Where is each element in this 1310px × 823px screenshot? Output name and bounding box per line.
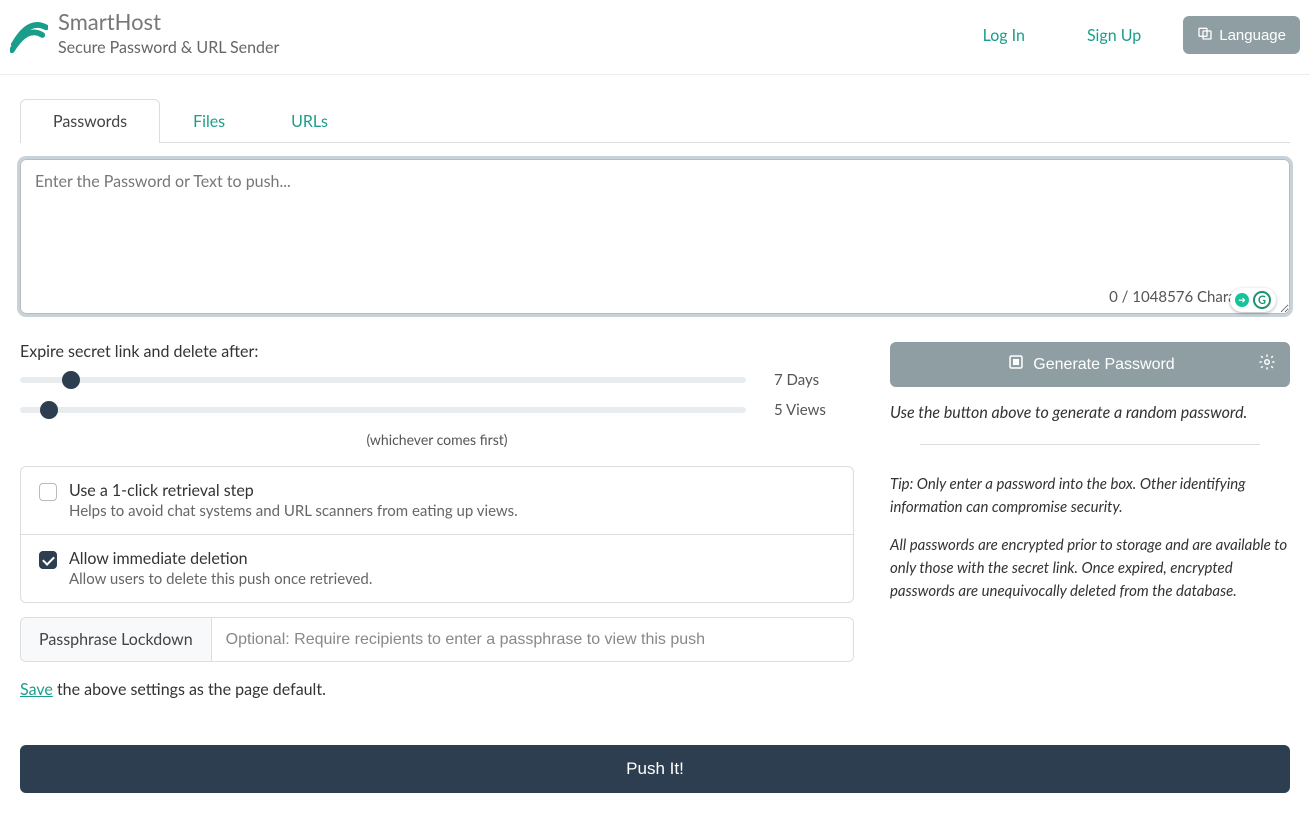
generate-icon [1007, 353, 1025, 376]
globe-icon [1197, 25, 1213, 45]
payload-area: 0 / 1048576 Characters ➜ G [20, 159, 1290, 318]
oneclick-title: Use a 1-click retrieval step [69, 481, 518, 500]
brand-block: SmartHost Secure Password & URL Sender [10, 10, 279, 60]
grammarly-g-icon: G [1253, 291, 1271, 309]
days-slider-row: 7 Days [20, 371, 854, 389]
allowdel-sub: Allow users to delete this push once ret… [69, 570, 372, 588]
tab-bar: Passwords Files URLs [20, 99, 1290, 143]
views-value: 5 Views [774, 401, 854, 419]
save-defaults-line: Save the above settings as the page defa… [20, 680, 854, 699]
payload-input[interactable] [20, 159, 1290, 314]
language-button[interactable]: Language [1183, 16, 1300, 54]
expire-note: (whichever comes first) [20, 431, 854, 448]
expire-label: Expire secret link and delete after: [20, 342, 854, 361]
grammarly-arrow-icon: ➜ [1235, 293, 1249, 307]
brand-subtitle: Secure Password & URL Sender [58, 36, 279, 60]
views-slider-thumb[interactable] [40, 401, 58, 419]
tab-urls[interactable]: URLs [258, 99, 361, 143]
views-slider[interactable] [20, 407, 746, 413]
language-label: Language [1219, 27, 1286, 44]
oneclick-sub: Helps to avoid chat systems and URL scan… [69, 502, 518, 520]
tab-files[interactable]: Files [160, 99, 258, 143]
top-nav: Log In Sign Up Language [963, 16, 1300, 54]
save-defaults-rest: the above settings as the page default. [53, 680, 326, 699]
oneclick-checkbox[interactable] [39, 483, 57, 501]
signup-link[interactable]: Sign Up [1067, 18, 1161, 53]
brand-title: SmartHost [58, 10, 279, 34]
allowdel-option[interactable]: Allow immediate deletion Allow users to … [21, 534, 853, 602]
passphrase-input[interactable] [212, 618, 853, 661]
days-slider[interactable] [20, 377, 746, 383]
days-value: 7 Days [774, 371, 854, 389]
encrypt-note: All passwords are encrypted prior to sto… [890, 534, 1290, 604]
gear-icon[interactable] [1258, 353, 1276, 376]
tab-passwords[interactable]: Passwords [20, 99, 160, 143]
options-card: Use a 1-click retrieval step Helps to av… [20, 466, 854, 603]
push-it-button[interactable]: Push It! [20, 745, 1290, 793]
allowdel-checkbox[interactable] [39, 551, 57, 569]
brand-logo-icon [10, 16, 58, 54]
generate-password-button[interactable]: Generate Password [890, 342, 1290, 387]
days-slider-thumb[interactable] [62, 371, 80, 389]
tip-text: Tip: Only enter a password into the box.… [890, 473, 1290, 520]
passphrase-group: Passphrase Lockdown [20, 617, 854, 662]
grammarly-badge[interactable]: ➜ G [1230, 288, 1276, 312]
oneclick-option[interactable]: Use a 1-click retrieval step Helps to av… [21, 467, 853, 534]
login-link[interactable]: Log In [963, 18, 1045, 53]
generate-label: Generate Password [1033, 356, 1174, 374]
allowdel-title: Allow immediate deletion [69, 549, 372, 568]
divider [920, 444, 1260, 445]
passphrase-label: Passphrase Lockdown [21, 618, 212, 661]
generate-note: Use the button above to generate a rando… [890, 403, 1290, 422]
brand-text: SmartHost Secure Password & URL Sender [58, 10, 279, 60]
save-defaults-link[interactable]: Save [20, 680, 53, 699]
views-slider-row: 5 Views [20, 401, 854, 419]
header-bar: SmartHost Secure Password & URL Sender L… [0, 0, 1310, 75]
